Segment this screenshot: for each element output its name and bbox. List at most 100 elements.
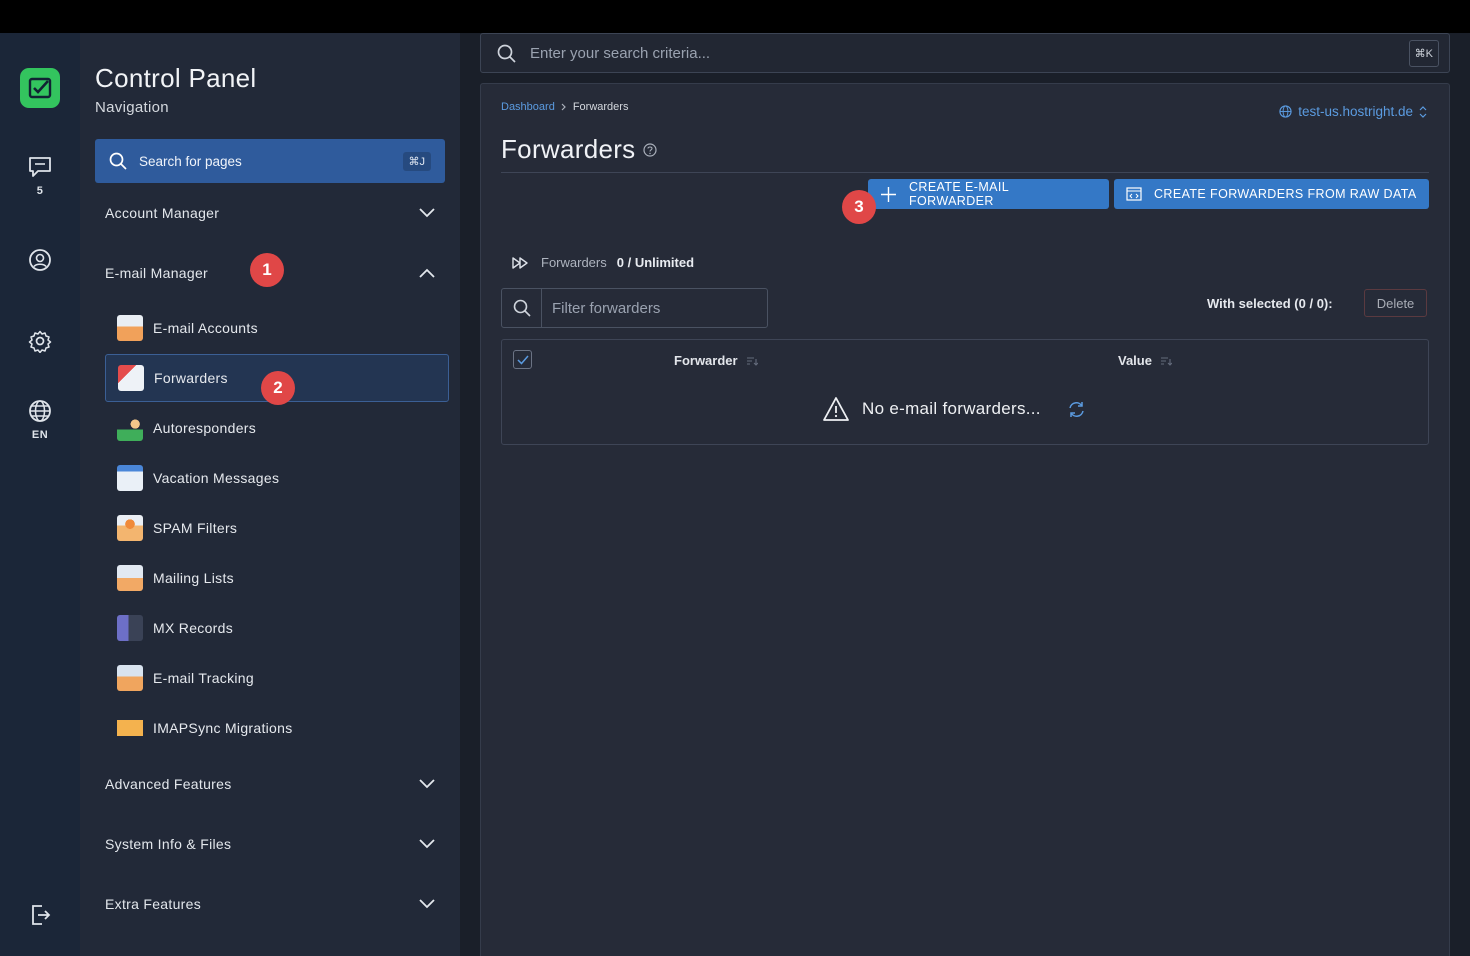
empty-state: No e-mail forwarders...: [822, 396, 1086, 422]
email-tracking-icon: [117, 665, 143, 691]
top-black-bar: [0, 0, 1470, 33]
domain-selector[interactable]: test-us.hostright.de: [1279, 104, 1427, 119]
stat-label: Forwarders: [541, 255, 607, 270]
email-accounts-icon: [117, 315, 143, 341]
section-extra-features[interactable]: Extra Features: [105, 889, 435, 919]
sidebar-item-email-tracking[interactable]: E-mail Tracking: [105, 654, 449, 702]
global-search-input[interactable]: [530, 44, 1409, 62]
title-divider: [501, 172, 1429, 173]
with-selected-label: With selected (0 / 0):: [1207, 296, 1333, 311]
messages-rail-button[interactable]: 5: [0, 155, 80, 197]
section-account-manager[interactable]: Account Manager: [105, 198, 435, 228]
sidebar-item-vacation-messages[interactable]: Vacation Messages: [105, 454, 449, 502]
breadcrumb-current: Forwarders: [572, 101, 629, 113]
user-circle-icon: [29, 249, 51, 271]
sidebar-item-mx-records[interactable]: MX Records: [105, 604, 449, 652]
section-label: Account Manager: [105, 205, 220, 221]
sidebar-item-label: E-mail Accounts: [153, 320, 258, 336]
global-search-shortcut: ⌘K: [1408, 39, 1439, 67]
chat-icon: [29, 157, 51, 177]
sidebar-item-label: Mailing Lists: [153, 570, 234, 586]
forwarders-usage-stat: Forwarders 0 / Unlimited: [511, 255, 694, 270]
chevron-down-icon: [419, 899, 435, 909]
language-rail-button[interactable]: EN: [0, 399, 80, 441]
mailing-lists-icon: [117, 565, 143, 591]
check-icon: [516, 355, 529, 365]
logout-icon: [32, 905, 51, 925]
sidebar-item-spam-filters[interactable]: SPAM Filters: [105, 504, 449, 552]
button-label: CREATE E-MAIL FORWARDER: [908, 180, 1009, 208]
sidebar-item-mailing-lists[interactable]: Mailing Lists: [105, 554, 449, 602]
global-search-bar: ⌘K: [480, 33, 1450, 73]
filter-forwarders-input[interactable]: [542, 299, 767, 317]
search-icon: [109, 152, 127, 170]
select-all-checkbox[interactable]: [513, 350, 532, 369]
forwarders-panel: Dashboard Forwarders test-us.hostright.d…: [480, 83, 1450, 956]
sort-icon: [746, 356, 758, 366]
section-label: Advanced Features: [105, 776, 232, 792]
chevron-down-icon: [419, 779, 435, 789]
sidebar-item-label: IMAPSync Migrations: [153, 720, 293, 736]
warning-icon: [823, 397, 849, 421]
button-label: CREATE FORWARDERS FROM RAW DATA: [1154, 187, 1417, 201]
page-search-label: Search for pages: [139, 153, 242, 169]
sidebar-item-label: Vacation Messages: [153, 470, 280, 486]
page-title-row: Forwarders: [501, 134, 658, 165]
gear-icon: [28, 330, 52, 353]
chevron-updown-icon: [1419, 105, 1427, 118]
chevron-down-icon: [419, 208, 435, 218]
spam-filters-icon: [117, 515, 143, 541]
sidebar-title: Control Panel: [95, 63, 257, 93]
globe-icon: [29, 400, 51, 422]
section-label: E-mail Manager: [105, 265, 209, 281]
section-system-info[interactable]: System Info & Files: [105, 829, 435, 859]
create-email-forwarder-button[interactable]: CREATE E-MAIL FORWARDER: [868, 179, 1109, 209]
logout-rail-button[interactable]: [0, 903, 80, 927]
sidebar-item-label: Forwarders: [154, 370, 228, 386]
page-search-shortcut: ⌘J: [402, 151, 431, 171]
mx-records-icon: [117, 615, 143, 641]
autoresponders-icon: [117, 415, 143, 441]
annotation-badge-1: 1: [250, 253, 284, 287]
page-title: Forwarders: [501, 134, 636, 164]
refresh-icon[interactable]: [1067, 400, 1086, 419]
sidebar-subtitle: Navigation: [95, 99, 169, 116]
sidebar-item-autoresponders[interactable]: Autoresponders: [105, 404, 449, 452]
search-icon: [513, 299, 531, 317]
page-search-button[interactable]: Search for pages ⌘J: [95, 139, 445, 183]
language-label: EN: [31, 429, 49, 441]
column-label: Value: [1118, 353, 1152, 368]
filter-search-icon-box: [502, 289, 542, 327]
forwarders-table: Forwarder Value No e-mail forwarders...: [501, 339, 1429, 445]
chevron-up-icon: [419, 268, 435, 278]
sidebar-item-imapsync[interactable]: IMAPSync Migrations: [105, 704, 449, 752]
create-forwarders-raw-button[interactable]: CREATE FORWARDERS FROM RAW DATA: [1114, 179, 1429, 209]
settings-rail-button[interactable]: [0, 329, 80, 353]
navigation-sidebar: Control Panel Navigation Search for page…: [80, 33, 460, 956]
sort-icon: [1160, 356, 1172, 366]
delete-button[interactable]: Delete: [1364, 289, 1427, 317]
vacation-messages-icon: [117, 465, 143, 491]
forwarders-icon: [118, 365, 144, 391]
annotation-badge-3: 3: [842, 190, 876, 224]
messages-count: 5: [36, 185, 44, 197]
filter-box: [501, 288, 768, 328]
column-header-value[interactable]: Value: [1118, 353, 1172, 368]
icon-rail: 5 EN: [0, 33, 80, 956]
stat-value: 0 / Unlimited: [616, 255, 695, 270]
breadcrumb-dashboard-link[interactable]: Dashboard: [501, 101, 555, 113]
domain-name: test-us.hostright.de: [1298, 104, 1413, 119]
imapsync-icon: [117, 715, 143, 741]
code-window-icon: [1126, 187, 1142, 201]
app-logo[interactable]: [20, 68, 60, 108]
help-icon[interactable]: [643, 142, 658, 157]
account-rail-button[interactable]: [0, 248, 80, 272]
sidebar-item-email-accounts[interactable]: E-mail Accounts: [105, 304, 449, 352]
plus-icon: [880, 186, 896, 202]
sidebar-item-label: E-mail Tracking: [153, 670, 254, 686]
column-header-forwarder[interactable]: Forwarder: [674, 353, 758, 368]
sidebar-item-label: Autoresponders: [153, 420, 257, 436]
forward-icon: [512, 256, 528, 269]
section-advanced-features[interactable]: Advanced Features: [105, 769, 435, 799]
section-label: Extra Features: [105, 896, 202, 912]
